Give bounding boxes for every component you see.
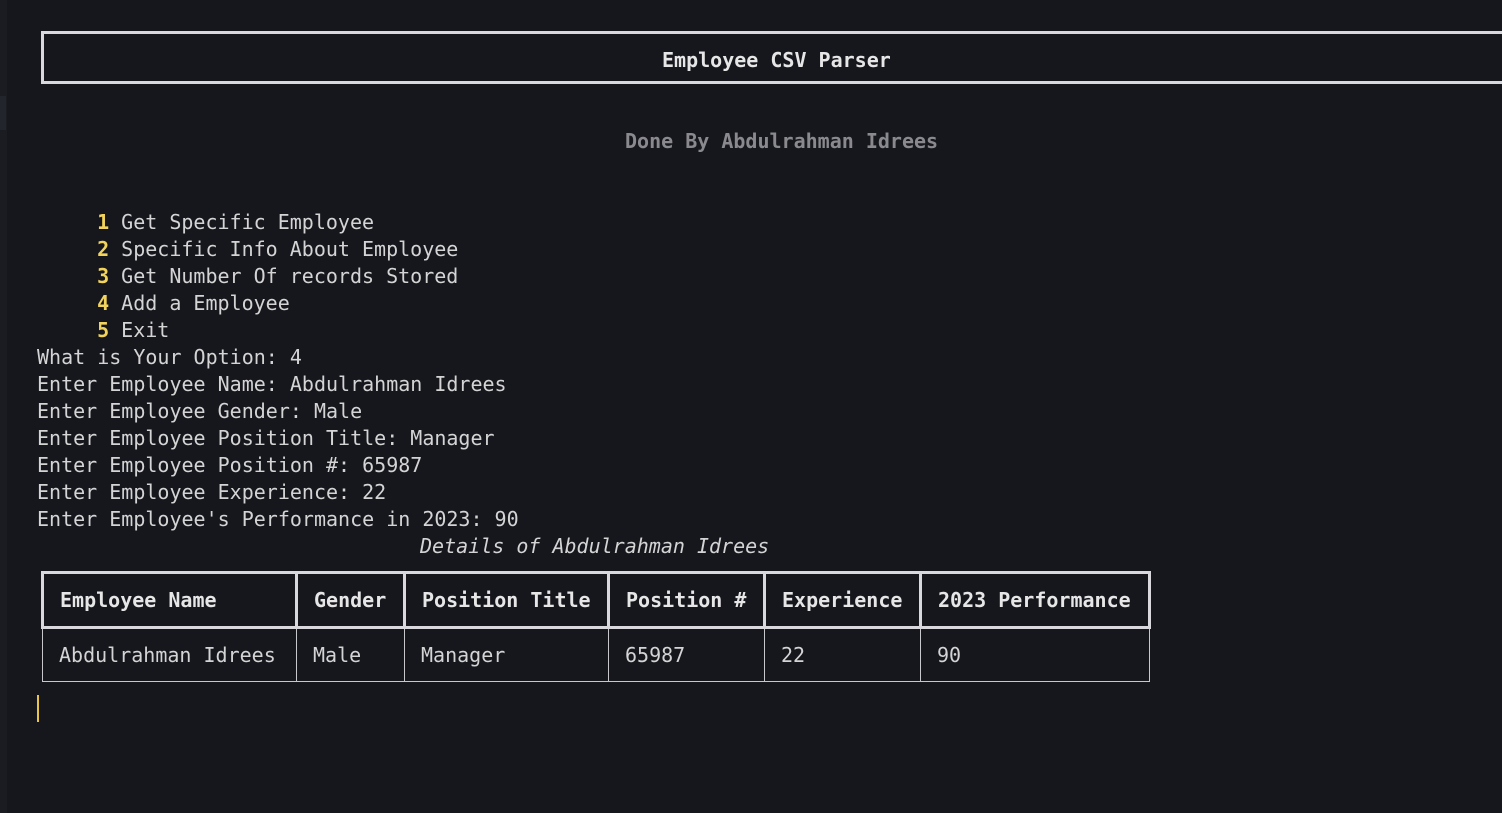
menu-item-number: 4 xyxy=(97,291,110,315)
table-row: Abdulrahman Idrees Male Manager 65987 22… xyxy=(42,627,1150,682)
session-log: What is Your Option: 4 Enter Employee Na… xyxy=(37,344,519,533)
menu-item-label: Get Specific Employee xyxy=(121,210,375,234)
menu-item-label: Add a Employee xyxy=(121,291,290,315)
prompt-line: Enter Employee Experience: 22 xyxy=(37,480,387,504)
menu-item-label: Specific Info About Employee xyxy=(121,237,459,261)
employee-details-table: Employee Name Gender Position Title Posi… xyxy=(41,571,1151,682)
table-cell: Manager xyxy=(404,627,609,682)
prompt-line: Enter Employee Gender: Male xyxy=(37,399,363,423)
gutter-marker xyxy=(0,96,6,130)
menu-item-label: Exit xyxy=(121,318,170,342)
menu-item: 1 Get Specific Employee xyxy=(49,182,458,234)
prompt-line: Enter Employee Position Title: Manager xyxy=(37,426,495,450)
menu-item-number: 5 xyxy=(97,318,110,342)
menu-item-label: Get Number Of records Stored xyxy=(121,264,459,288)
table-cell: Abdulrahman Idrees xyxy=(42,627,297,682)
app-title: Employee CSV Parser xyxy=(662,48,891,72)
prompt-line: What is Your Option: 4 xyxy=(37,345,302,369)
table-header-row: Employee Name Gender Position Title Posi… xyxy=(41,571,1151,629)
column-header: 2023 Performance xyxy=(919,571,1151,629)
column-header: Position Title xyxy=(403,571,610,629)
column-header: Gender xyxy=(295,571,406,629)
author-subtitle: Done By Abdulrahman Idrees xyxy=(625,129,939,153)
column-header: Employee Name xyxy=(41,571,298,629)
column-header: Experience xyxy=(763,571,922,629)
menu-item-number: 1 xyxy=(97,210,110,234)
option-menu: 1 Get Specific Employee 2 Specific Info Ab… xyxy=(49,182,459,342)
table-caption: Details of Abdulrahman Idrees xyxy=(420,534,770,558)
table-cell: 22 xyxy=(764,627,921,682)
prompt-line: Enter Employee Position #: 65987 xyxy=(37,453,423,477)
table-cell: 65987 xyxy=(608,627,765,682)
prompt-line: Enter Employee Name: Abdulrahman Idrees xyxy=(37,372,507,396)
menu-item-number: 2 xyxy=(97,237,110,261)
column-header: Position # xyxy=(607,571,766,629)
menu-item-number: 3 xyxy=(97,264,110,288)
terminal-cursor[interactable] xyxy=(37,695,39,722)
table-cell: Male xyxy=(296,627,405,682)
prompt-line: Enter Employee's Performance in 2023: 90 xyxy=(37,507,519,531)
table-cell: 90 xyxy=(920,627,1150,682)
